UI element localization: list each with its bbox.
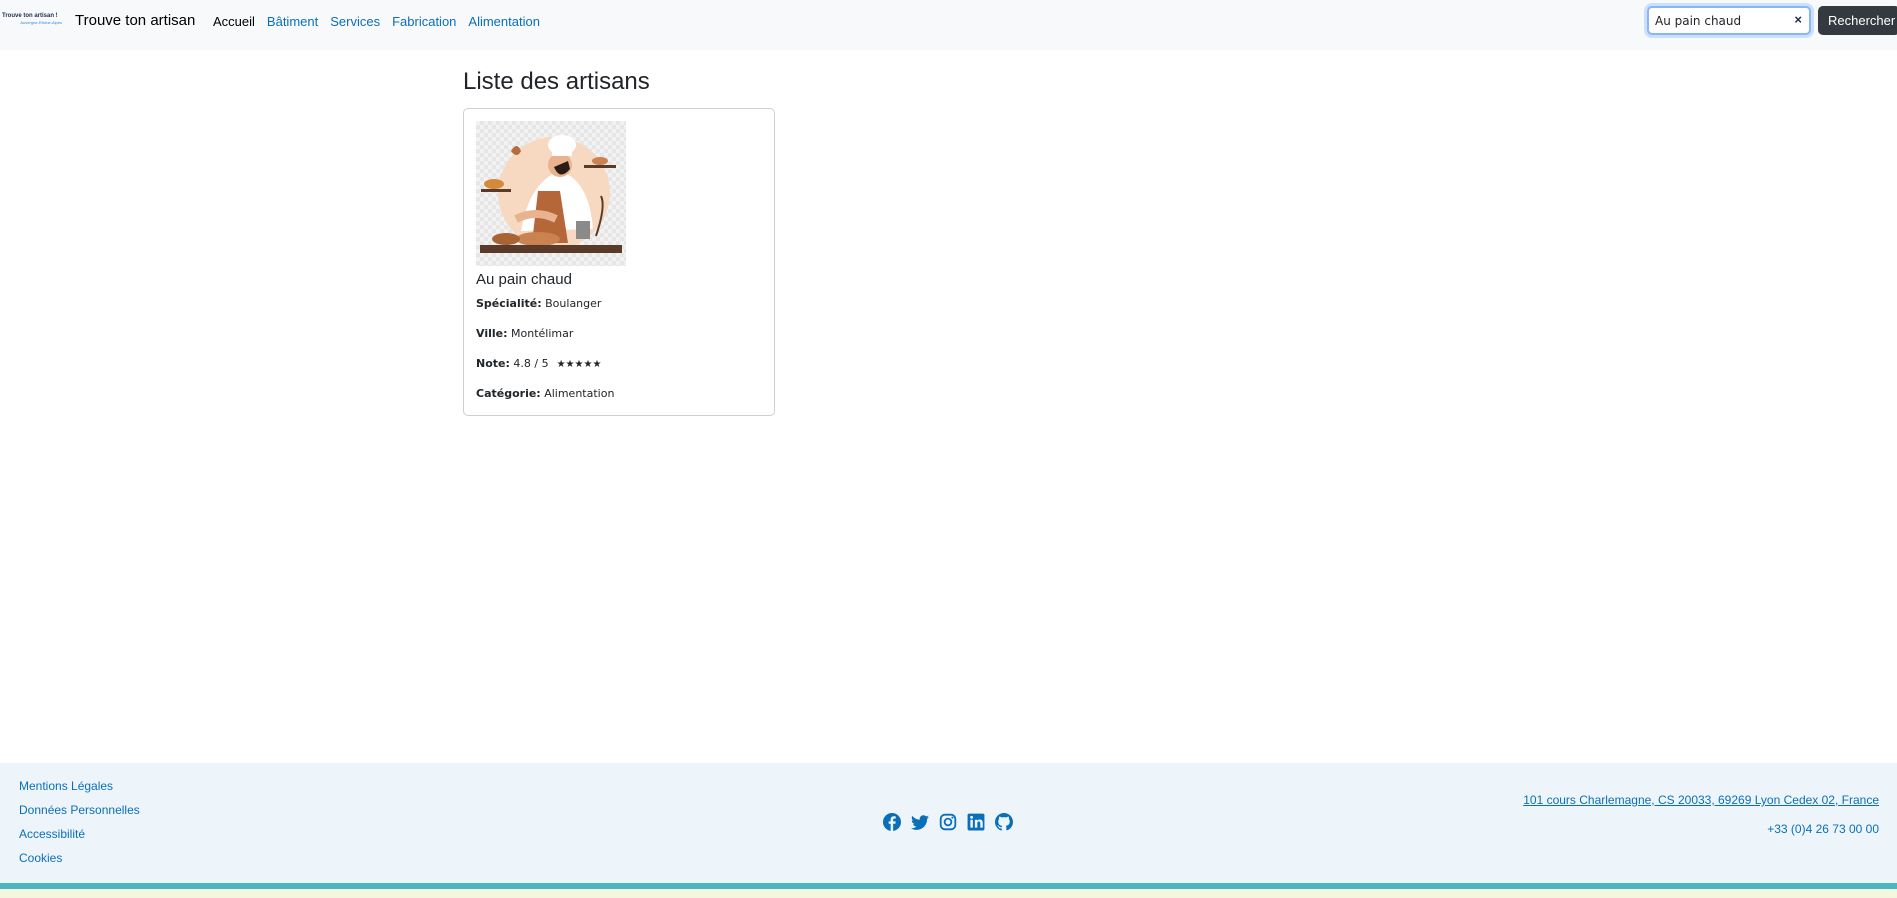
github-icon[interactable] xyxy=(995,813,1013,831)
clear-icon[interactable]: × xyxy=(1794,11,1802,29)
footer-link-donnees-personnelles[interactable]: Données Personnelles xyxy=(19,803,140,818)
nav-link-alimentation[interactable]: Alimentation xyxy=(468,14,540,29)
logo-subtext: Auvergne-Rhône-Alpes xyxy=(20,20,62,25)
site-logo[interactable]: Trouve ton artisan ! Auvergne-Rhône-Alpe… xyxy=(2,12,64,28)
footer-address[interactable]: 101 cours Charlemagne, CS 20033, 69269 L… xyxy=(1523,793,1879,807)
footer-link-mentions-legales[interactable]: Mentions Légales xyxy=(19,779,140,794)
search-input[interactable] xyxy=(1655,13,1785,29)
artisan-name[interactable]: Au pain chaud xyxy=(476,271,572,288)
search-button[interactable]: Rechercher xyxy=(1818,6,1897,35)
categorie-label: Catégorie: xyxy=(476,387,541,400)
note-label: Note: xyxy=(476,357,510,370)
categorie-value: Alimentation xyxy=(544,387,615,400)
ville-label: Ville: xyxy=(476,327,508,340)
note-value: 4.8 / 5 xyxy=(513,357,549,370)
page-bottom-band xyxy=(0,889,1897,898)
baker-illustration xyxy=(480,135,622,253)
search-box: × xyxy=(1647,6,1811,35)
facebook-icon[interactable] xyxy=(883,813,901,831)
artisan-card[interactable]: Au pain chaud Spécialité: Boulanger Vill… xyxy=(463,108,775,416)
footer-phone[interactable]: +33 (0)4 26 73 00 00 xyxy=(1767,822,1879,836)
specialite-label: Spécialité: xyxy=(476,297,542,310)
ville-value: Montélimar xyxy=(511,327,574,340)
footer-links: Mentions Légales Données Personnelles Ac… xyxy=(19,779,140,875)
footer-link-cookies[interactable]: Cookies xyxy=(19,851,140,866)
rating-stars: ★★★★★ xyxy=(556,359,602,370)
footer: Mentions Légales Données Personnelles Ac… xyxy=(0,763,1897,883)
nav-link-fabrication[interactable]: Fabrication xyxy=(392,14,456,29)
specialite-value: Boulanger xyxy=(545,297,602,310)
social-links xyxy=(883,813,1013,831)
navbar: Trouve ton artisan ! Auvergne-Rhône-Alpe… xyxy=(0,0,1897,50)
linkedin-icon[interactable] xyxy=(967,813,985,831)
nav-link-batiment[interactable]: Bâtiment xyxy=(267,14,318,29)
page-title: Liste des artisans xyxy=(463,68,650,95)
instagram-icon[interactable] xyxy=(939,813,957,831)
nav-link-services[interactable]: Services xyxy=(330,14,380,29)
brand-name[interactable]: Trouve ton artisan xyxy=(75,12,195,29)
artisan-specialite: Spécialité: Boulanger xyxy=(476,297,601,310)
twitter-icon[interactable] xyxy=(911,813,929,831)
logo-text: Trouve ton artisan ! xyxy=(2,13,58,19)
nav-menu: Accueil Bâtiment Services Fabrication Al… xyxy=(213,14,552,29)
artisan-note: Note: 4.8 / 5 ★★★★★ xyxy=(476,357,601,370)
artisan-categorie: Catégorie: Alimentation xyxy=(476,387,614,400)
nav-link-accueil[interactable]: Accueil xyxy=(213,14,255,29)
footer-link-accessibilite[interactable]: Accessibilité xyxy=(19,827,140,842)
artisan-image xyxy=(476,121,626,266)
artisan-ville: Ville: Montélimar xyxy=(476,327,573,340)
